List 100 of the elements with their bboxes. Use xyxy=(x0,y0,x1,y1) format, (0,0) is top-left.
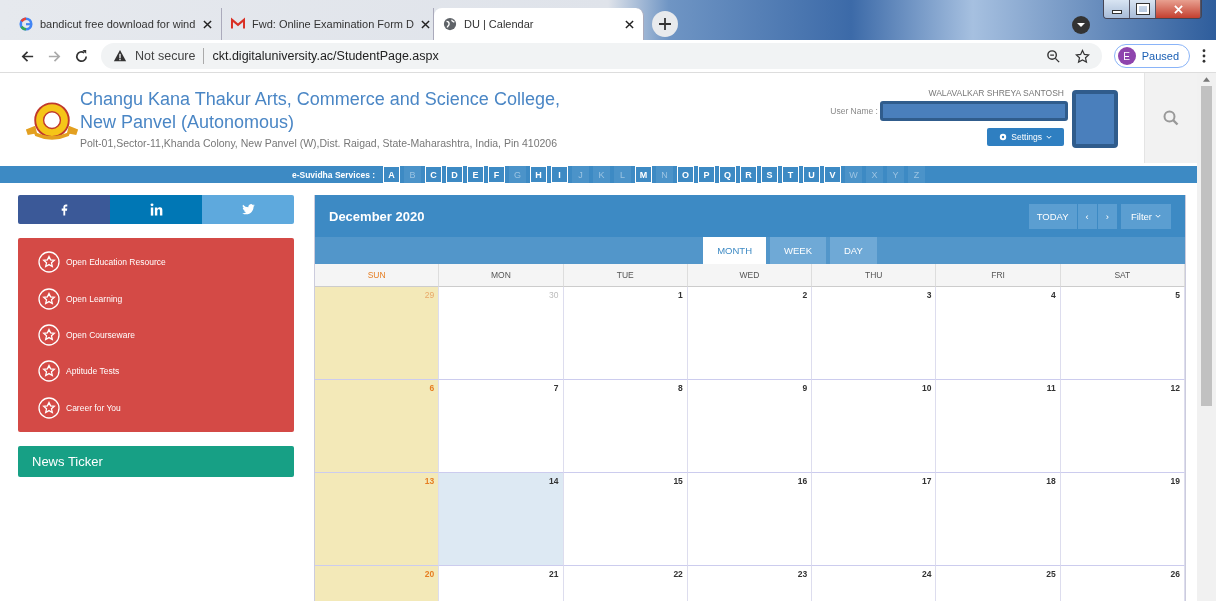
maximize-icon[interactable] xyxy=(1130,0,1156,18)
day-cell[interactable]: 4 xyxy=(936,287,1061,380)
photo-placeholder xyxy=(1072,90,1118,148)
download-icon[interactable] xyxy=(1071,15,1091,35)
settings-button[interactable]: Settings xyxy=(987,128,1064,146)
caret-icon xyxy=(1155,213,1161,219)
day-cell[interactable]: 10 xyxy=(812,380,937,473)
avatar-initial: E xyxy=(1117,47,1136,65)
previous-button[interactable]: ‹ xyxy=(1077,203,1097,229)
tab-title: bandicut free download for wind xyxy=(40,18,196,30)
college-name: Changu Kana Thakur Arts, Commerce and Science College, New Panvel (Autonomous) xyxy=(80,87,561,134)
service-letter-link[interactable]: H xyxy=(530,166,548,183)
service-letter-link[interactable]: R xyxy=(740,166,758,183)
service-letter-link[interactable]: C xyxy=(425,166,443,183)
news-ticker-header: News Ticker xyxy=(18,445,294,477)
warning-icon xyxy=(113,49,127,63)
calendar-title: December 2020 xyxy=(329,208,425,224)
window-controls[interactable] xyxy=(1103,0,1202,19)
resource-link[interactable]: Open Learning xyxy=(38,280,294,317)
plus-icon xyxy=(659,18,671,30)
menu-icon[interactable] xyxy=(1202,49,1206,63)
resource-link[interactable]: Aptitude Tests xyxy=(38,353,294,390)
day-cell[interactable]: 17 xyxy=(812,473,937,566)
view-tab[interactable]: MONTH xyxy=(703,237,766,264)
service-letter-link[interactable]: V xyxy=(824,166,842,183)
today-button[interactable]: TODAY xyxy=(1028,203,1077,229)
day-cell[interactable]: 23 xyxy=(687,566,813,601)
day-cell[interactable]: 8 xyxy=(563,380,688,473)
weekday-header: FRI xyxy=(936,264,1061,287)
user-name-label: User Name : xyxy=(830,106,878,116)
resource-link[interactable]: Career for You xyxy=(38,389,294,426)
day-cell[interactable]: 15 xyxy=(563,473,688,566)
day-cell[interactable]: 14 xyxy=(439,473,564,566)
day-cell[interactable]: 12 xyxy=(1060,380,1185,473)
day-cell[interactable]: 25 xyxy=(936,566,1061,601)
day-cell[interactable]: 26 xyxy=(1060,566,1185,601)
service-letter-link[interactable]: E xyxy=(467,166,485,183)
day-cell[interactable]: 16 xyxy=(687,473,813,566)
security-label: Not secure xyxy=(135,49,196,63)
day-cell[interactable]: 6 xyxy=(315,380,440,473)
service-letter-link[interactable]: S xyxy=(761,166,779,183)
filter-button[interactable]: Filter xyxy=(1120,203,1171,229)
day-cell[interactable]: 22 xyxy=(563,566,688,601)
service-letter-link[interactable]: U xyxy=(803,166,821,183)
service-letter-link[interactable]: M xyxy=(635,166,653,183)
weekday-header: THU xyxy=(812,264,937,287)
day-cell[interactable]: 19 xyxy=(1060,473,1185,566)
star-icon[interactable] xyxy=(1074,48,1090,64)
day-cell[interactable]: 18 xyxy=(936,473,1061,566)
close-icon[interactable] xyxy=(203,19,212,29)
day-cell[interactable]: 5 xyxy=(1060,287,1185,380)
service-letter-link[interactable]: T xyxy=(782,166,800,183)
service-letter-link[interactable]: A xyxy=(383,166,401,183)
weekday-header: SAT xyxy=(1060,264,1185,287)
search-icon xyxy=(1163,110,1179,126)
day-cell[interactable]: 24 xyxy=(812,566,937,601)
next-button[interactable]: › xyxy=(1097,203,1117,229)
minimize-icon[interactable] xyxy=(1104,0,1130,18)
day-cell[interactable]: 30 xyxy=(439,287,564,380)
close-icon[interactable] xyxy=(421,19,430,29)
close-icon[interactable] xyxy=(1156,0,1201,18)
view-tab[interactable]: WEEK xyxy=(770,237,826,264)
social-button[interactable] xyxy=(110,195,202,224)
day-cell[interactable]: 21 xyxy=(439,566,564,601)
weekday-header: TUE xyxy=(563,264,688,287)
weekday-header: WED xyxy=(687,264,813,287)
tab-title: DU | Calendar xyxy=(464,18,535,30)
day-cell[interactable]: 2 xyxy=(687,287,813,380)
resource-link[interactable]: Open Education Resource xyxy=(38,244,294,281)
address-bar[interactable]: Not secure ckt.digitaluniversity.ac/StudentPage.aspx xyxy=(101,43,1102,69)
day-cell[interactable]: 11 xyxy=(936,380,1061,473)
reload-icon[interactable] xyxy=(74,48,89,64)
day-cell[interactable]: 3 xyxy=(812,287,937,380)
linkedin-icon xyxy=(149,203,163,216)
scrollbar-thumb[interactable] xyxy=(1201,86,1212,406)
tab-title: Fwd: Online Examination Form D xyxy=(252,18,414,30)
new-tab-button[interactable] xyxy=(652,11,678,37)
zoom-out-icon[interactable] xyxy=(1045,48,1061,64)
day-cell[interactable]: 20 xyxy=(315,566,440,601)
resource-link[interactable]: Open Courseware xyxy=(38,316,294,354)
student-name: WALAVALKAR SHREYA SANTOSH xyxy=(928,88,1064,98)
close-icon[interactable] xyxy=(625,19,634,29)
service-letter-link[interactable]: O xyxy=(677,166,695,183)
services-label: e-Suvidha Services : xyxy=(291,169,376,180)
scrollbar[interactable] xyxy=(1197,73,1216,601)
service-letter-link[interactable]: Q xyxy=(719,166,737,183)
weekday-header: MON xyxy=(439,264,564,287)
bird-icon xyxy=(241,204,255,215)
service-letter-link[interactable]: F xyxy=(488,166,506,183)
up-arrow-icon[interactable] xyxy=(1203,77,1210,82)
service-letter-link[interactable]: D xyxy=(446,166,464,183)
day-cell[interactable]: 9 xyxy=(687,380,813,473)
browser-tab[interactable]: DU | Calendar xyxy=(434,8,644,40)
day-cell[interactable]: 1 xyxy=(563,287,688,380)
service-letter-link[interactable]: P xyxy=(698,166,716,183)
url-text: ckt.digitaluniversity.ac/StudentPage.aspx xyxy=(212,49,439,63)
view-tab[interactable]: DAY xyxy=(830,237,877,264)
service-letter-link[interactable]: I xyxy=(551,166,569,183)
day-cell[interactable]: 13 xyxy=(315,473,440,566)
mail-icon xyxy=(231,17,245,31)
